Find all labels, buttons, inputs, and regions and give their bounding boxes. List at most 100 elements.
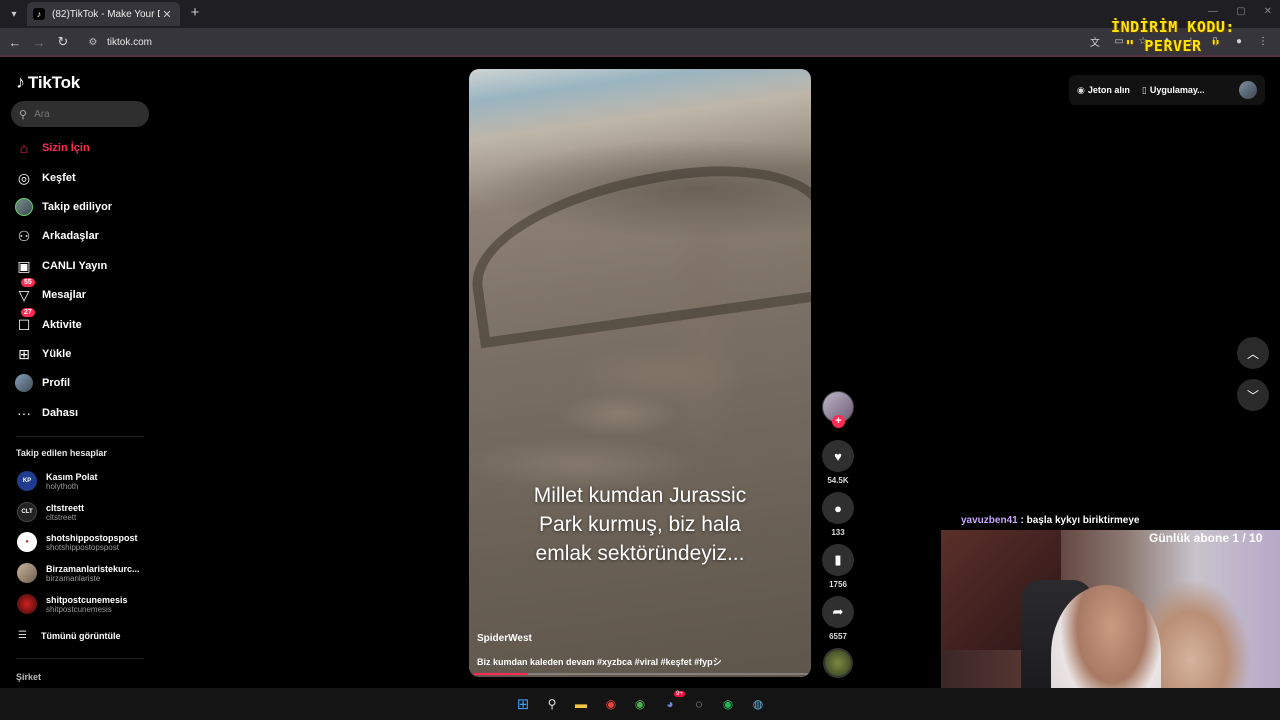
get-coins-label: Jeton alın — [1087, 85, 1130, 95]
video-player[interactable]: Millet kumdan Jurassic Park kurmuş, biz … — [469, 69, 811, 677]
account-avatar: CLT — [17, 502, 37, 522]
promo-line-1: İNDİRİM KODU: — [1111, 18, 1235, 36]
url-text: tiktok.com — [107, 36, 153, 48]
nav-item-following[interactable]: Takip ediliyor — [14, 196, 149, 218]
nav-item-activity[interactable]: ☐ 27 Aktivite — [14, 308, 149, 336]
app-icon[interactable]: ◌ — [690, 695, 708, 713]
promo-line-2: " PERVER " — [1125, 37, 1221, 55]
bookmark-icon: ▮ — [834, 552, 842, 567]
nav-item-for-you[interactable]: ⌂ Sizin İçin — [14, 137, 149, 159]
forward-icon[interactable]: → — [30, 33, 48, 51]
account-avatar — [17, 563, 37, 583]
reload-icon[interactable]: ↻ — [54, 33, 72, 51]
tiktok-note-icon: ♪ — [16, 72, 25, 92]
activity-badge: 27 — [21, 308, 35, 317]
windows-taskbar: ⊞ ⚲ ▬ ◉ ◉ ◕ 9+ ◌ ◉ ◍ — [0, 688, 1280, 720]
search-input[interactable] — [34, 108, 135, 120]
browser-toolbar: ← → ↻ ⚙ tiktok.com 文 ▭ ☆ ✦ ⤓ ▯ ● ⋮ — [0, 28, 1280, 56]
minimize-icon[interactable]: — — [1208, 6, 1218, 17]
previous-video-button[interactable]: ︿ — [1237, 337, 1269, 369]
following-account-item[interactable]: KP Kasım Polat holythoth — [17, 471, 157, 491]
close-window-icon[interactable]: ✕ — [1264, 6, 1272, 17]
share-count: 6557 — [829, 632, 847, 641]
comment-button[interactable]: ● — [822, 492, 854, 524]
following-account-item[interactable]: shitpostcunemesis shitpostcunemesis — [17, 594, 157, 614]
follow-plus-icon[interactable]: + — [832, 415, 845, 428]
chrome-profile-icon[interactable]: ◉ — [631, 695, 649, 713]
account-avatar: ● — [17, 532, 37, 552]
chat-username: yavuzben41 — [961, 515, 1018, 526]
share-button[interactable]: ➦ — [822, 596, 854, 628]
tab-search-chevron-icon[interactable]: ▾ — [4, 4, 24, 24]
messages-icon: ▽ 55 — [14, 278, 35, 305]
discord-icon[interactable]: ◕ 9+ — [661, 691, 685, 713]
nav-label: Arkadaşlar — [42, 230, 99, 242]
chrome-icon[interactable]: ◉ — [602, 695, 620, 713]
company-section-title[interactable]: Şirket — [16, 672, 41, 682]
next-video-button[interactable]: ﹀ — [1237, 379, 1269, 411]
nav-item-upload[interactable]: ⊞ Yükle — [14, 343, 149, 365]
caption-line: Park kurmuş, biz hala — [539, 513, 741, 536]
close-tab-icon[interactable]: ✕ — [160, 8, 174, 21]
browser-globe-icon[interactable]: ◍ — [749, 695, 767, 713]
user-avatar[interactable] — [1239, 81, 1257, 99]
video-author-name[interactable]: SpiderWest — [477, 633, 532, 644]
nav-item-explore[interactable]: ◎ Keşfet — [14, 167, 149, 189]
windows-start-icon[interactable]: ⊞ — [514, 695, 532, 713]
back-icon[interactable]: ← — [6, 33, 24, 51]
file-explorer-icon[interactable]: ▬ — [572, 695, 590, 713]
following-account-item[interactable]: CLT cltstreett cltstreett — [17, 502, 157, 522]
browser-tab-bar: ▾ ♪ (82)TikTok - Make Your Day ✕ + — ▢ ✕ — [0, 0, 1280, 28]
heart-icon: ♥ — [834, 448, 842, 464]
video-progress-bar[interactable] — [474, 673, 810, 675]
like-button[interactable]: ♥ — [822, 440, 854, 472]
video-description: Biz kumdan kaleden devam #xyzbca #viral … — [477, 657, 722, 667]
search-box[interactable]: ⚲ — [11, 101, 149, 127]
tiktok-logo[interactable]: ♪ TikTok — [16, 72, 80, 93]
chevron-up-icon: ︿ — [1246, 346, 1259, 361]
logo-text: TikTok — [28, 72, 81, 92]
tiktok-sidebar: ♪ TikTok ⚲ ⌂ Sizin İçin ◎ Keşfet Takip e… — [0, 58, 160, 688]
account-name: Birzamanlaristekurc... — [46, 563, 140, 574]
comment-count: 133 — [831, 528, 845, 537]
spotify-icon[interactable]: ◉ — [719, 695, 737, 713]
tab-title: (82)TikTok - Make Your Day — [52, 8, 160, 20]
get-coins-button[interactable]: ◉ Jeton alın — [1077, 85, 1130, 96]
browser-tab[interactable]: ♪ (82)TikTok - Make Your Day ✕ — [27, 2, 180, 26]
nav-item-live[interactable]: ▣ CANLI Yayın — [14, 255, 149, 277]
nav-item-messages[interactable]: ▽ 55 Mesajlar — [14, 278, 149, 306]
nav-label: Aktivite — [42, 319, 82, 331]
translate-icon[interactable]: 文 — [1088, 34, 1102, 49]
music-disc-icon[interactable] — [823, 648, 853, 678]
address-bar[interactable]: ⚙ tiktok.com — [80, 31, 1000, 53]
see-all-following-link[interactable]: ☰ Tümünü görüntüle — [18, 630, 120, 641]
coin-icon: ◉ — [1077, 84, 1085, 95]
save-button[interactable]: ▮ — [822, 544, 854, 576]
nav-item-profile[interactable]: Profil — [14, 372, 149, 394]
menu-kebab-icon[interactable]: ⋮ — [1256, 34, 1270, 48]
list-icon: ☰ — [18, 630, 27, 641]
friends-icon: ⚇ — [17, 227, 31, 244]
video-caption-overlay: Millet kumdan Jurassic Park kurmuş, biz … — [469, 481, 811, 568]
more-icon: ··· — [17, 405, 31, 421]
following-account-item[interactable]: ● shotshippostopspost shotshippostopspos… — [17, 532, 157, 552]
account-handle: cltstreett — [46, 512, 77, 522]
get-app-label: Uygulamay... — [1149, 85, 1205, 95]
live-tv-icon: ▣ — [17, 257, 31, 274]
following-account-item[interactable]: Birzamanlaristekurc... birzamanlariste — [17, 563, 157, 583]
nav-item-more[interactable]: ··· Dahası — [14, 402, 149, 424]
promo-code-overlay: İNDİRİM KODU: " PERVER " — [1108, 18, 1238, 56]
see-all-label: Tümünü görüntüle — [40, 630, 121, 641]
compass-icon: ◎ — [17, 169, 31, 186]
get-app-button[interactable]: ▯ Uygulamay... — [1142, 85, 1205, 96]
chevron-down-icon: ﹀ — [1246, 388, 1259, 403]
site-info-icon[interactable]: ⚙ — [86, 35, 100, 49]
account-handle: holythoth — [46, 481, 79, 491]
maximize-icon[interactable]: ▢ — [1236, 6, 1245, 17]
nav-label: Dahası — [42, 407, 79, 419]
home-icon: ⌂ — [19, 140, 29, 156]
new-tab-icon[interactable]: + — [186, 4, 204, 22]
search-icon[interactable]: ⚲ — [543, 695, 561, 713]
messages-badge: 55 — [21, 278, 35, 287]
nav-item-friends[interactable]: ⚇ Arkadaşlar — [14, 225, 149, 247]
